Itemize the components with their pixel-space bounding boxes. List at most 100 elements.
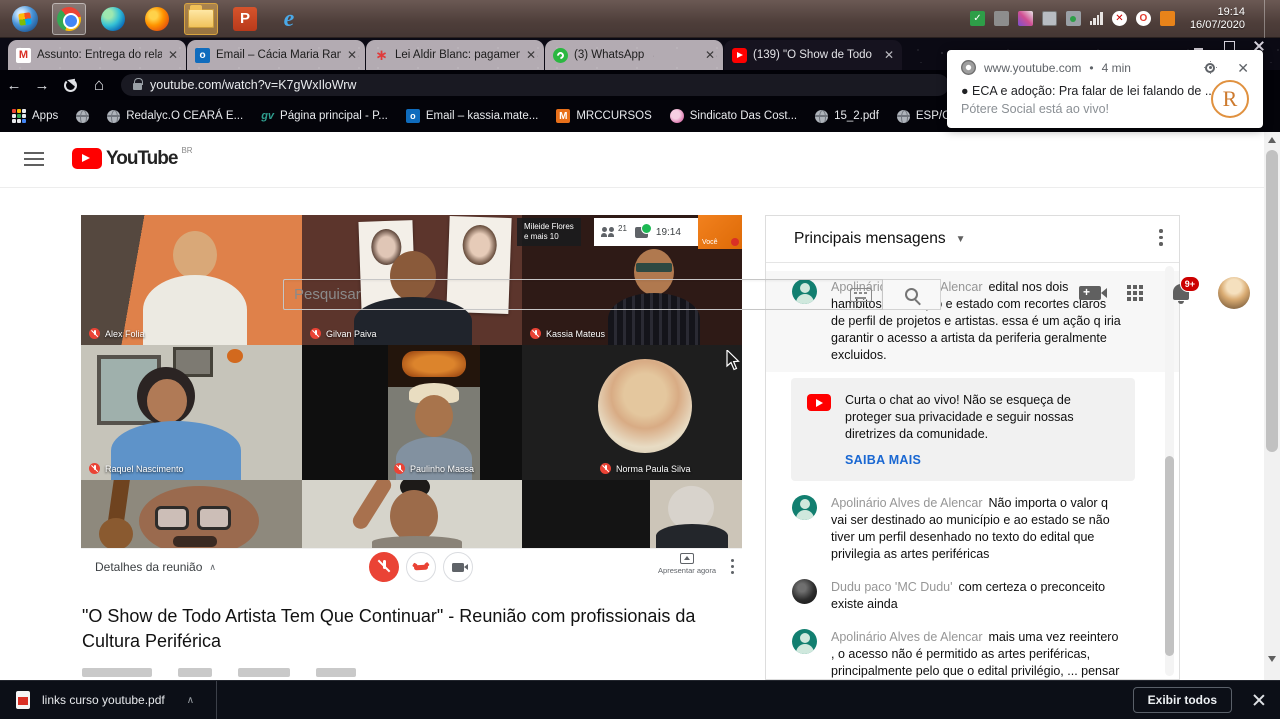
close-shelf-icon[interactable] (1252, 693, 1266, 707)
taskbar-chrome-button[interactable] (52, 3, 86, 35)
start-button[interactable] (8, 3, 42, 35)
tray-app-icon[interactable] (1018, 11, 1033, 26)
participant-name-tag: Norma Paula Silva (600, 463, 691, 474)
taskbar-ie-button[interactable]: e (272, 3, 306, 35)
java-update-icon[interactable] (1160, 11, 1175, 26)
chat-message: Dudu paco 'MC Dudu'com certeza o preconc… (766, 571, 1179, 621)
scrollbar-thumb[interactable] (1165, 456, 1174, 656)
scroll-down-arrow-icon[interactable] (1268, 656, 1276, 662)
bookmark-favicon-only[interactable] (76, 110, 89, 123)
tray-audio-icon[interactable] (994, 11, 1009, 26)
guitar (99, 518, 133, 548)
powerpoint-icon: P (233, 7, 257, 31)
avatar[interactable] (792, 579, 817, 604)
avatar[interactable] (792, 629, 817, 654)
divider (216, 681, 217, 719)
bookmark-pdf[interactable]: 15_2.pdf (815, 110, 879, 123)
hamburger-icon[interactable] (24, 152, 44, 166)
tab-title: Assunto: Entrega do rela (37, 49, 162, 61)
page-scrollbar[interactable] (1264, 132, 1280, 680)
show-desktop-button[interactable] (1264, 0, 1270, 38)
mouse-cursor (726, 350, 742, 377)
show-all-downloads-button[interactable]: Exibir todos (1133, 687, 1232, 713)
bookmark-redalyc[interactable]: Redalyc.O CEARÁ E... (107, 110, 243, 123)
message-author[interactable]: Apolinário Alves de Alencar (831, 496, 982, 510)
taskbar-clock[interactable]: 19:14 16/07/2020 (1184, 6, 1255, 32)
notifications-button[interactable]: 9+ (1170, 281, 1192, 305)
message-author[interactable]: Apolinário Alves de Alencar (831, 630, 982, 644)
bookmark-sindicato[interactable]: Sindicato Das Cost... (670, 109, 797, 123)
address-bar[interactable]: youtube.com/watch?v=K7gWxIloWrw (121, 74, 949, 96)
tab-close-icon[interactable]: ✕ (705, 48, 715, 62)
taskbar-firefox-button[interactable] (140, 3, 174, 35)
kebab-menu-icon[interactable] (1159, 229, 1163, 249)
chat-mode-selector[interactable]: Principais mensagens (794, 230, 946, 248)
opera-icon[interactable]: O (1136, 11, 1151, 26)
account-avatar[interactable] (1218, 277, 1250, 309)
scroll-up-arrow-icon[interactable] (1268, 137, 1276, 143)
lock-icon[interactable] (133, 83, 142, 90)
channel-logo: R (1211, 80, 1249, 118)
apps-grid-icon[interactable] (1127, 285, 1144, 302)
mic-muted-icon (530, 328, 541, 339)
tab-youtube-active[interactable]: (139) "O Show de Todo ✕ (724, 40, 902, 70)
antivirus-shield-icon[interactable]: ✓ (970, 11, 985, 26)
downloaded-file-button[interactable]: links curso youtube.pdf (42, 693, 165, 707)
bookmark-mrccursos[interactable]: M MRCCURSOS (556, 109, 651, 123)
youtube-logo[interactable]: YouTube BR (72, 148, 193, 169)
chevron-up-icon[interactable]: ∧ (187, 695, 194, 706)
bookmark-email[interactable]: o Email – kassia.mate... (406, 109, 538, 123)
participant-name: Raquel Nascimento (105, 464, 184, 474)
people-count-icon (601, 227, 615, 237)
wall-banner (388, 345, 480, 387)
search-button[interactable] (883, 279, 941, 310)
browser-notification[interactable]: www.youtube.com • 4 min ✕ ● ECA e adoção… (947, 50, 1263, 128)
tab-gmail[interactable]: M Assunto: Entrega do rela ✕ (8, 40, 186, 70)
gear-icon[interactable] (1205, 63, 1215, 73)
taskbar-edge-button[interactable] (96, 3, 130, 35)
globe-icon (897, 110, 910, 123)
gov-icon: gv (261, 110, 274, 122)
kebab-menu-icon (731, 559, 734, 577)
chat-scrollbar[interactable] (1165, 266, 1174, 676)
network-signal-icon[interactable] (1090, 12, 1103, 25)
apps-shortcut[interactable]: Apps (12, 109, 58, 123)
back-icon[interactable]: ← (0, 77, 28, 94)
chevron-down-icon[interactable]: ▼ (956, 234, 966, 245)
message-author[interactable]: Dudu paco 'MC Dudu' (831, 580, 953, 594)
bookmark-label: Redalyc.O CEARÁ E... (126, 110, 243, 122)
muted-speaker-icon[interactable]: ✕ (1112, 11, 1127, 26)
tab-outlook[interactable]: o Email – Cácia Maria Ram ✕ (187, 40, 365, 70)
participant-name: Kassia Mateus (546, 329, 605, 339)
tab-whatsapp[interactable]: (3) WhatsApp ✕ (545, 40, 723, 70)
home-icon[interactable]: ⌂ (85, 75, 113, 95)
tab-close-icon[interactable]: ✕ (347, 48, 357, 62)
usb-device-icon[interactable] (1066, 11, 1081, 26)
scrollbar-thumb[interactable] (1266, 150, 1278, 452)
roster-line1: Mileide Flores (524, 222, 574, 232)
tab-close-icon[interactable]: ✕ (168, 48, 178, 62)
forward-icon[interactable]: → (28, 77, 56, 94)
create-video-icon[interactable] (1079, 286, 1101, 300)
bookmark-pagina-principal[interactable]: gv Página principal - P... (261, 110, 388, 122)
search-input[interactable]: Pesquisar (283, 279, 883, 310)
tab-close-icon[interactable]: ✕ (884, 48, 894, 62)
clipboard-icon[interactable] (1042, 11, 1057, 26)
apps-label: Apps (32, 110, 58, 122)
avatar[interactable] (792, 495, 817, 520)
tab-lei-aldir-blanc[interactable]: ∗ Lei Aldir Blanc: pagamen ✕ (366, 40, 544, 70)
learn-more-link[interactable]: SAIBA MAIS (845, 453, 921, 467)
close-icon[interactable]: ✕ (1237, 61, 1249, 75)
tab-title: Lei Aldir Blanc: pagamen (395, 49, 520, 61)
taskbar-explorer-button[interactable] (184, 3, 218, 35)
reload-icon[interactable] (64, 79, 77, 92)
video-player[interactable]: Alex Folia Gilvan Paiva Kassia Mateus Ra… (81, 215, 742, 585)
participant-tile (81, 480, 302, 548)
meeting-grid: Alex Folia Gilvan Paiva Kassia Mateus Ra… (81, 215, 742, 548)
tab-close-icon[interactable]: ✕ (526, 48, 536, 62)
keyboard-icon[interactable] (850, 288, 872, 302)
shelf-ornament (227, 349, 243, 363)
present-label: Apresentar agora (658, 566, 716, 575)
mustache (173, 536, 217, 547)
taskbar-powerpoint-button[interactable]: P (228, 3, 262, 35)
